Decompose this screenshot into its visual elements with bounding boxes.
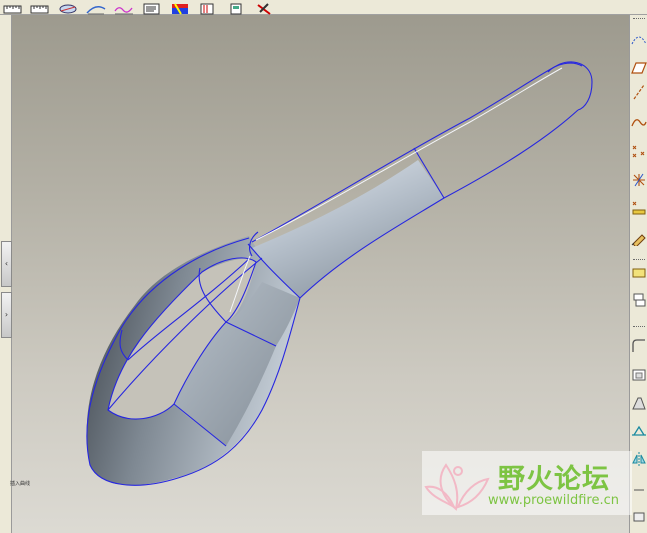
chevron-right-icon: › [4,310,9,319]
forum-watermark: 野火论坛 www.proewildfire.cn [422,451,632,515]
analysis-icon[interactable] [58,0,78,14]
handle-neck-surface [252,160,444,298]
datum-plane-icon[interactable] [631,60,647,76]
graph-icon[interactable] [114,0,134,15]
dimension-icon[interactable] [198,0,218,15]
watermark-title: 野火论坛 [498,464,610,495]
left-navigator-strip: ‹ › [0,15,12,533]
sketch-pen-icon[interactable] [631,230,647,248]
status-message: 插入曲线 [10,481,31,487]
file-icon[interactable] [226,0,246,15]
datum-point-icon[interactable] [631,143,647,159]
ruler-icon[interactable] [30,0,50,14]
copy-icon[interactable] [631,292,647,308]
datum-csys-icon[interactable] [631,172,647,188]
datum-axis-icon[interactable] [631,84,647,100]
report-icon[interactable] [142,0,162,15]
rectangle-icon[interactable] [631,265,647,281]
watermark-logo-icon [424,463,490,511]
toolbar-separator [633,326,645,327]
toolbar-separator [633,259,645,260]
sketch-curve-icon[interactable] [631,114,647,130]
curvature-icon[interactable] [86,0,106,15]
rib-icon[interactable] [631,423,647,439]
collapse-tab-right[interactable]: › [1,292,12,338]
shell-icon[interactable] [631,367,647,383]
no-tool-icon[interactable] [254,0,274,15]
round-icon[interactable] [631,338,647,354]
ruler-icon[interactable] [3,0,23,14]
color-map-icon[interactable] [170,0,190,15]
watermark-url: www.proewildfire.cn [488,493,619,508]
toolbar-icon[interactable] [631,509,647,525]
toolbar-icon[interactable] [631,482,647,498]
top-toolbar [0,0,647,15]
toolbar-separator [633,18,645,19]
offset-point-icon[interactable] [631,200,647,216]
collapse-tab-left[interactable]: ‹ [1,241,12,287]
mirror-icon[interactable] [631,451,647,467]
draft-icon[interactable] [631,395,647,411]
datum-curve-dashed-icon[interactable] [631,32,647,48]
chevron-left-icon: ‹ [4,259,9,268]
